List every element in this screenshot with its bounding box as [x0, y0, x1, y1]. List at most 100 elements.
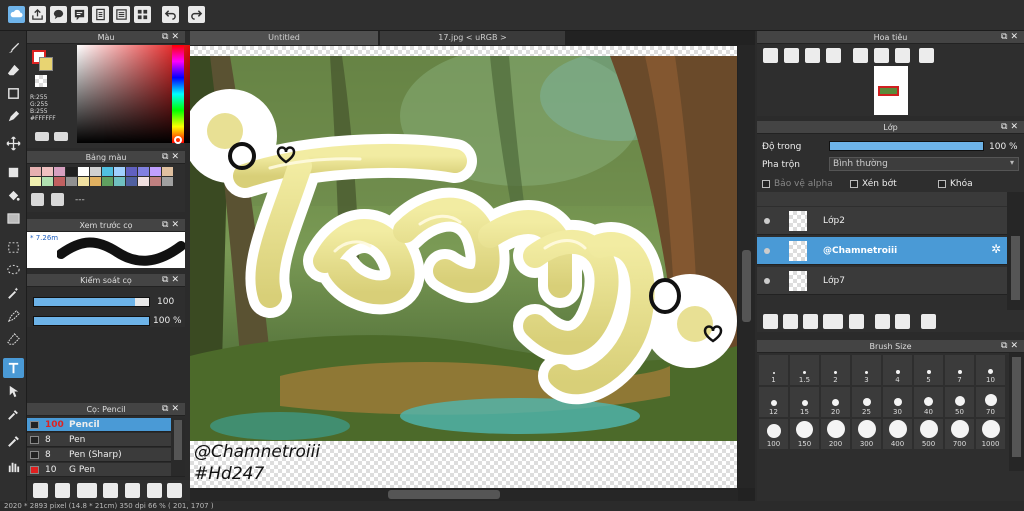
new-layer-icon[interactable] [763, 314, 778, 329]
panel-controls-icon[interactable]: ⧉✕ [162, 403, 182, 416]
transparent-swatch[interactable] [35, 75, 47, 87]
tab-untitled[interactable]: Untitled [190, 31, 378, 45]
brush-size-cell[interactable]: 30 [883, 387, 912, 417]
palette-swatch[interactable] [66, 177, 77, 186]
layer-row[interactable]: @Chamnetroiii ✲ [757, 237, 1007, 265]
move-tool-icon[interactable] [3, 133, 24, 153]
brush-opacity-value[interactable]: 100 % [153, 316, 182, 326]
brush-size-cell[interactable]: 100 [759, 419, 788, 449]
palette-swatch[interactable] [150, 167, 161, 176]
layer-opacity-value[interactable]: 100 % [989, 142, 1018, 152]
panel-controls-icon[interactable]: ⧉✕ [162, 219, 182, 232]
brush-size-cell[interactable]: 10 [976, 355, 1005, 385]
undo-icon[interactable] [162, 6, 179, 23]
brush-size-cell[interactable]: 1 [759, 355, 788, 385]
layer-folder-icon[interactable] [849, 314, 864, 329]
eye-icon[interactable] [764, 248, 770, 254]
bucket-tool-icon[interactable] [3, 185, 24, 205]
brush-upload-icon[interactable] [33, 483, 48, 498]
zoom-actual-icon[interactable] [805, 48, 820, 63]
palette-swatch[interactable] [90, 167, 101, 176]
checklist-icon[interactable] [113, 6, 130, 23]
share-icon[interactable] [29, 6, 46, 23]
brush-size-value[interactable]: 100 [157, 297, 174, 307]
layers-scrollbar[interactable] [1007, 192, 1024, 310]
eraser-tool-icon[interactable] [3, 60, 24, 80]
gradient-tool-icon[interactable] [3, 208, 24, 228]
brush-size-cell[interactable]: 4 [883, 355, 912, 385]
palette-swatch[interactable] [78, 177, 89, 186]
duplicate-layer-icon[interactable] [875, 314, 890, 329]
brush-list-item[interactable]: 10 G Pen [27, 463, 185, 477]
palette-swatch[interactable] [138, 177, 149, 186]
panel-controls-icon[interactable]: ⧉✕ [1001, 31, 1021, 44]
brush-settings-icon[interactable] [147, 483, 162, 498]
eye-icon[interactable] [764, 218, 770, 224]
document-icon[interactable] [92, 6, 109, 23]
vertical-scrollbar[interactable] [738, 45, 755, 488]
add-layer-menu-icon[interactable] [823, 314, 843, 329]
brush-delete-icon[interactable] [167, 483, 182, 498]
brush-list-scrollbar[interactable] [171, 418, 185, 476]
new-swatch-icon[interactable] [31, 193, 44, 206]
palette-swatch[interactable] [42, 177, 53, 186]
text-tool-icon[interactable] [3, 358, 24, 378]
palette-swatch[interactable] [150, 177, 161, 186]
brush-list-item[interactable]: 8 Pen (Sharp) [27, 448, 185, 462]
brush-new-icon[interactable] [55, 483, 70, 498]
zoom-in-icon[interactable] [763, 48, 778, 63]
layer-row[interactable]: Lớp2 [757, 207, 1007, 235]
layer-opacity-slider[interactable] [829, 141, 984, 151]
hand-tool-icon[interactable] [3, 456, 24, 476]
canvas-artwork[interactable] [190, 56, 737, 441]
brush-size-cell[interactable]: 150 [790, 419, 819, 449]
palette-swatch[interactable] [42, 167, 53, 176]
pen-tool-icon[interactable] [3, 106, 24, 126]
navigator-thumbnail[interactable] [874, 66, 908, 115]
panel-controls-icon[interactable]: ⧉✕ [162, 151, 182, 164]
brush-size-cell[interactable]: 70 [976, 387, 1005, 417]
palette-swatch[interactable] [54, 167, 65, 176]
brush-size-cell[interactable]: 2 [821, 355, 850, 385]
brush-size-cell[interactable]: 50 [945, 387, 974, 417]
palette-swatch[interactable] [54, 177, 65, 186]
grid-icon[interactable] [134, 6, 151, 23]
new-layer-1bit-icon[interactable] [803, 314, 818, 329]
panel-controls-icon[interactable]: ⧉✕ [1001, 340, 1021, 353]
brush-size-cell[interactable]: 40 [914, 387, 943, 417]
gear-icon[interactable]: ✲ [991, 242, 1001, 256]
eyedropper-tool-icon[interactable] [3, 404, 24, 424]
chat-icon[interactable] [50, 6, 67, 23]
delete-swatch-icon[interactable] [51, 193, 64, 206]
hue-handle[interactable] [174, 136, 182, 144]
brush-size-cell[interactable]: 3 [852, 355, 881, 385]
palette-swatch[interactable] [30, 177, 41, 186]
brush-duplicate-icon[interactable] [125, 483, 140, 498]
palette-swatch[interactable] [162, 167, 173, 176]
palette-swatch[interactable] [78, 167, 89, 176]
fill-rect-tool-icon[interactable] [3, 162, 24, 182]
brush-size-cell[interactable]: 7 [945, 355, 974, 385]
brush-size-cell[interactable]: 1000 [976, 419, 1005, 449]
palette-swatch[interactable] [66, 167, 77, 176]
brush-size-scrollbar[interactable] [1009, 353, 1024, 471]
tab-file[interactable]: 17.jpg < uRGB > [380, 31, 565, 45]
brush-folder-icon[interactable] [103, 483, 118, 498]
brush-size-cell[interactable]: 1.5 [790, 355, 819, 385]
select-eraser-icon[interactable] [3, 329, 24, 349]
delete-layer-icon[interactable] [921, 314, 936, 329]
brush-tool-icon[interactable] [3, 37, 24, 57]
palette-swatch[interactable] [162, 177, 173, 186]
palette-swatch[interactable] [30, 167, 41, 176]
zoom-fit-icon[interactable] [784, 48, 799, 63]
palette-swatch[interactable] [138, 167, 149, 176]
palette-swatch[interactable] [114, 167, 125, 176]
magic-wand-icon[interactable] [3, 283, 24, 303]
brush-list-item[interactable]: 100 Pencil✲ [27, 418, 185, 432]
panel-controls-icon[interactable]: ⧉✕ [1001, 121, 1021, 134]
operation-tool-icon[interactable] [3, 381, 24, 401]
brush-size-cell[interactable]: 400 [883, 419, 912, 449]
rotate-right-icon[interactable] [895, 48, 910, 63]
rotate-reset-icon[interactable] [874, 48, 889, 63]
brush-size-slider[interactable] [33, 297, 150, 307]
